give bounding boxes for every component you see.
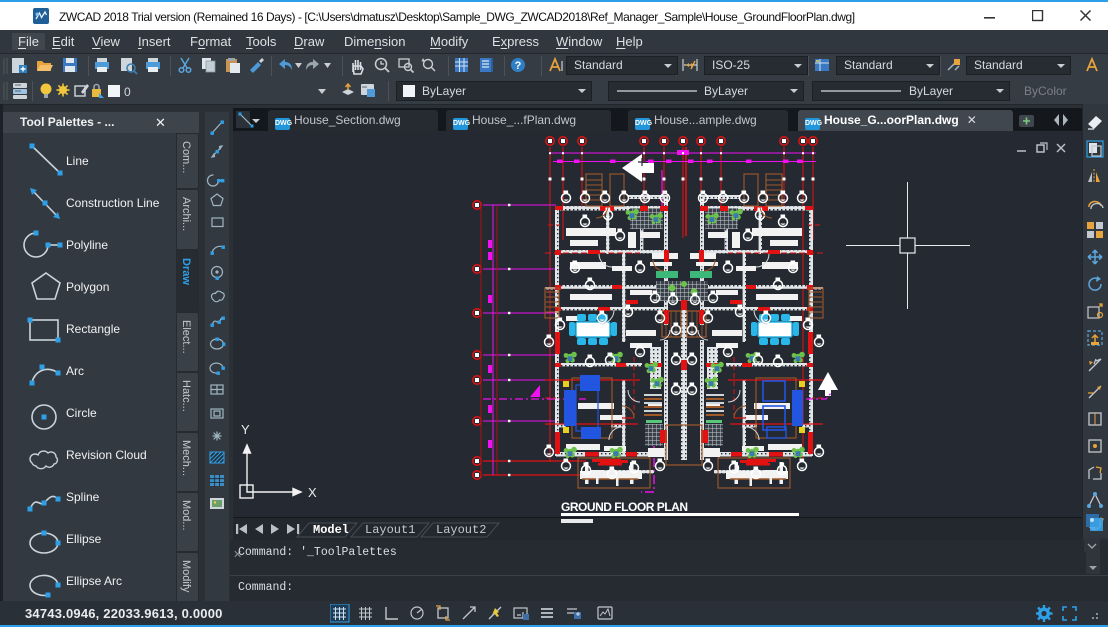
svg-text:?: ?: [515, 60, 522, 72]
svg-text:X: X: [308, 485, 317, 500]
svg-text:GROUND FLOOR PLAN: GROUND FLOOR PLAN: [561, 500, 689, 514]
svg-text:Y: Y: [241, 422, 250, 437]
svg-text:0: 0: [124, 85, 131, 99]
